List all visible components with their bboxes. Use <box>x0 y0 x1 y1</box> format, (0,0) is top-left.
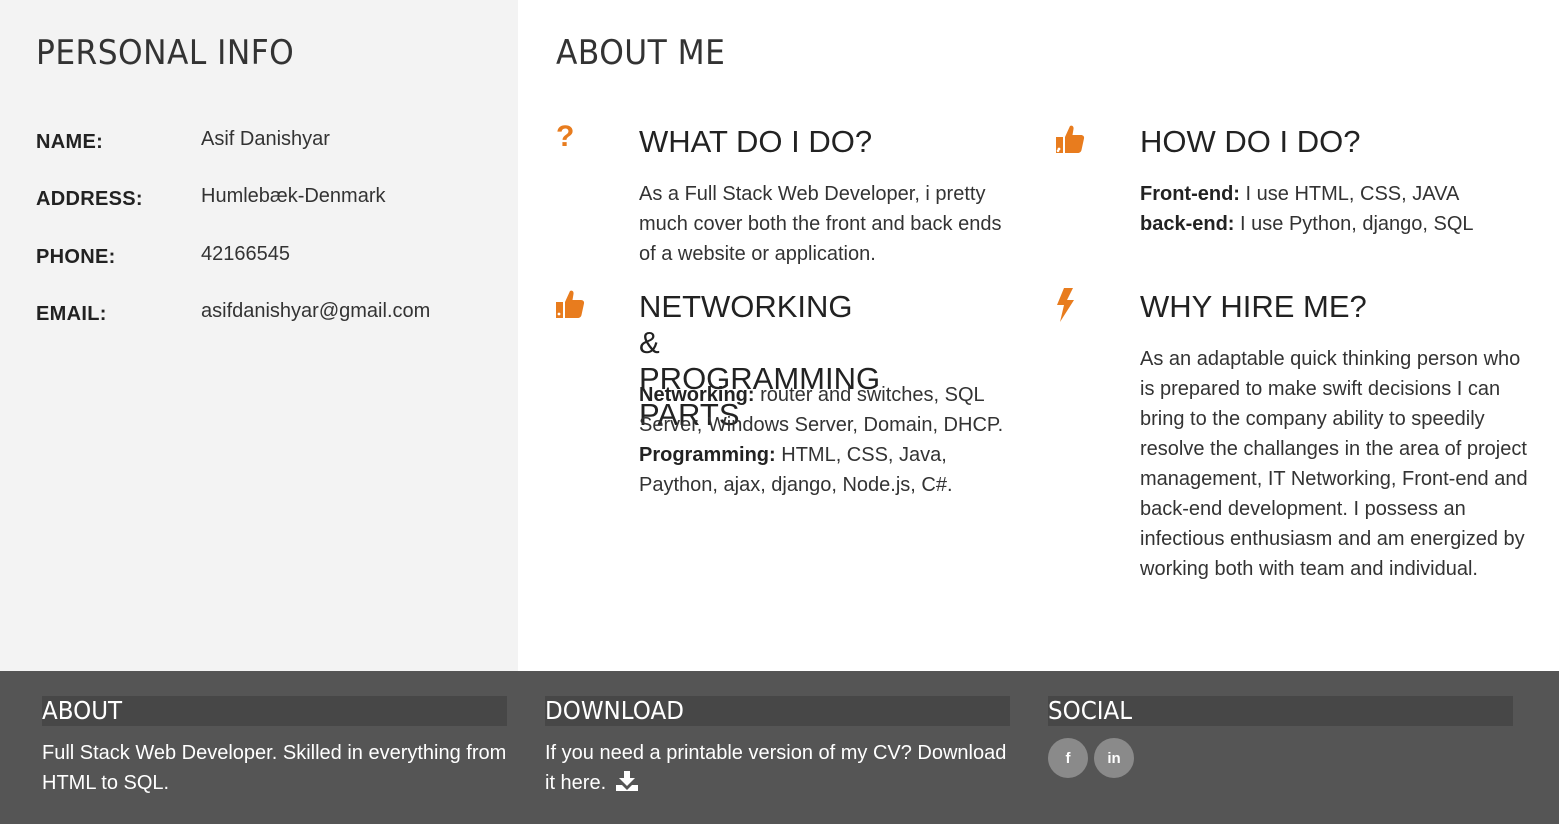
download-text: If you need a printable version of my CV… <box>545 742 1007 794</box>
info-row-phone: PHONE: 42166545 <box>36 243 506 276</box>
backend-text: I use Python, django, SQL <box>1234 213 1474 235</box>
personal-info-panel: PERSONAL INFO NAME: Asif Danishyar ADDRE… <box>0 0 518 671</box>
frontend-label: Front-end: <box>1140 183 1240 205</box>
lightning-bolt-icon <box>1055 288 1075 327</box>
question-mark-icon: ? <box>556 120 575 153</box>
phone-label: PHONE: <box>36 246 116 268</box>
footer-download: DOWNLOAD If you need a printable version… <box>545 696 1010 800</box>
networking-label: Networking: <box>639 384 755 406</box>
social-links: f in <box>1048 738 1513 778</box>
name-value: Asif Danishyar <box>201 128 330 150</box>
name-label: NAME: <box>36 131 104 153</box>
email-value: asifdanishyar@gmail.com <box>201 300 431 322</box>
what-do-i-do-title: WHAT DO I DO? <box>639 124 873 159</box>
phone-value: 42166545 <box>201 243 290 265</box>
about-me-title: ABOUT ME <box>556 33 726 73</box>
email-label: EMAIL: <box>36 303 107 325</box>
info-row-email: EMAIL: asifdanishyar@gmail.com <box>36 300 506 333</box>
linkedin-icon[interactable]: in <box>1094 738 1134 778</box>
why-hire-me-text: As an adaptable quick thinking person wh… <box>1140 348 1528 580</box>
footer-download-text: If you need a printable version of my CV… <box>545 738 1010 800</box>
frontend-text: I use HTML, CSS, JAVA <box>1239 183 1460 205</box>
footer-social: SOCIAL f in <box>1048 696 1513 778</box>
why-hire-me-title: WHY HIRE ME? <box>1140 289 1367 324</box>
thumbs-up-icon <box>554 288 586 325</box>
how-do-i-do-title: HOW DO I DO? <box>1140 124 1361 159</box>
thumbs-up-icon <box>1054 123 1086 160</box>
footer-about: ABOUT Full Stack Web Developer. Skilled … <box>42 696 507 798</box>
networking-title-line1: NETWORKING & <box>639 289 853 360</box>
how-do-i-do-text: Front-end: I use HTML, CSS, JAVA back-en… <box>1140 179 1530 239</box>
footer-about-title: ABOUT <box>42 696 507 726</box>
what-do-i-do-text: As a Full Stack Web Developer, i pretty … <box>639 183 1002 265</box>
backend-label: back-end: <box>1140 213 1235 235</box>
footer-about-text: Full Stack Web Developer. Skilled in eve… <box>42 742 507 794</box>
footer-download-title: DOWNLOAD <box>545 696 1010 726</box>
download-icon[interactable] <box>616 770 639 800</box>
info-row-name: NAME: Asif Danishyar <box>36 128 506 161</box>
facebook-icon[interactable]: f <box>1048 738 1088 778</box>
info-row-address: ADDRESS: Humlebæk-Denmark <box>36 185 506 218</box>
footer-social-title: SOCIAL <box>1048 696 1513 726</box>
address-value: Humlebæk-Denmark <box>201 185 386 207</box>
about-me-panel: ABOUT ME ? WHAT DO I DO? As a Full Stack… <box>518 0 1559 671</box>
address-label: ADDRESS: <box>36 188 143 210</box>
footer: ABOUT Full Stack Web Developer. Skilled … <box>0 671 1559 824</box>
personal-info-title: PERSONAL INFO <box>36 33 295 73</box>
programming-label: Programming: <box>639 444 776 466</box>
networking-text: Networking: router and switches, SQL Ser… <box>639 380 1019 500</box>
